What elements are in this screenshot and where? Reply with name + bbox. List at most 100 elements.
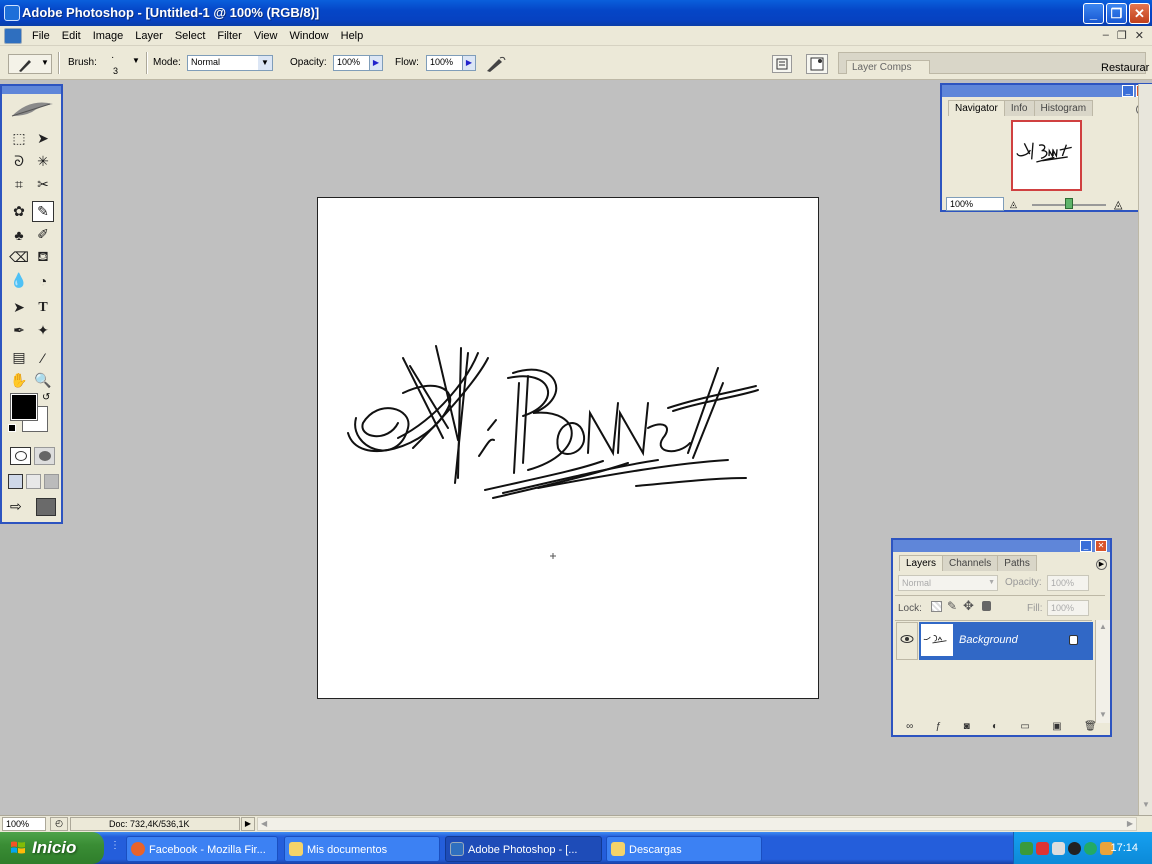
task-mis-documentos[interactable]: Mis documentos <box>284 836 440 862</box>
zoom-out-icon[interactable]: ◬ <box>1010 199 1017 210</box>
minimize-icon[interactable]: _ <box>1122 85 1134 97</box>
tab-layers[interactable]: Layers <box>899 555 944 571</box>
scroll-down-icon[interactable]: ▼ <box>1099 710 1107 719</box>
feather-logo-icon[interactable] <box>10 96 55 120</box>
standard-mode-button[interactable] <box>10 447 31 465</box>
menu-edit[interactable]: Edit <box>56 26 87 46</box>
opacity-field[interactable]: 100% <box>333 55 370 71</box>
volume-icon[interactable] <box>1052 842 1065 855</box>
palette-menu-icon[interactable]: ▶ <box>1096 559 1107 570</box>
slice-tool-icon[interactable]: ✂ <box>32 174 54 195</box>
tab-histogram[interactable]: Histogram <box>1033 100 1094 116</box>
airbrush-icon[interactable] <box>484 54 508 74</box>
jump-to-imageready-icon[interactable]: ⇨ <box>10 498 32 516</box>
type-tool-icon[interactable]: T <box>32 297 54 318</box>
marquee-tool-icon[interactable]: ⬚ <box>8 128 30 149</box>
minimize-button[interactable]: _ <box>1083 3 1104 24</box>
doc-minimize-button[interactable]: – <box>1103 29 1109 42</box>
blur-tool-icon[interactable]: 💧 <box>8 270 30 291</box>
minimize-icon[interactable]: _ <box>1080 540 1092 552</box>
menu-layer[interactable]: Layer <box>129 26 169 46</box>
layers-scrollbar[interactable]: ▲ ▼ <box>1095 620 1110 723</box>
delete-layer-icon[interactable]: 🗑 <box>1084 721 1097 735</box>
clone-stamp-tool-icon[interactable]: ♣ <box>8 224 30 245</box>
menu-select[interactable]: Select <box>169 26 212 46</box>
lock-transparency-icon[interactable] <box>931 601 942 612</box>
layer-row-background[interactable]: Background <box>919 622 1093 660</box>
eraser-tool-icon[interactable]: ⌫ <box>8 247 30 268</box>
full-screen-mode-button[interactable] <box>44 474 59 489</box>
menu-help[interactable]: Help <box>335 26 370 46</box>
status-options-icon[interactable]: ◴ <box>50 817 68 831</box>
lasso-tool-icon[interactable]: ᘐ <box>8 151 30 172</box>
status-menu-arrow-icon[interactable]: ▶ <box>241 817 255 831</box>
tab-channels[interactable]: Channels <box>942 555 999 571</box>
title-bar[interactable]: Adobe Photoshop - [Untitled-1 @ 100% (RG… <box>0 0 1152 26</box>
standard-screen-mode-button[interactable] <box>8 474 23 489</box>
network-icon[interactable] <box>1020 842 1033 855</box>
layer-fill-field[interactable]: 100% <box>1047 600 1089 616</box>
antivirus-icon[interactable] <box>1036 842 1049 855</box>
task-photoshop[interactable]: Adobe Photoshop - [... <box>445 836 602 862</box>
navigator-view-box[interactable] <box>1011 120 1082 191</box>
scroll-right-icon[interactable]: ▶ <box>1127 819 1133 828</box>
imageready-icon[interactable] <box>36 498 56 516</box>
blend-mode-select[interactable]: Normal ▼ <box>898 575 998 591</box>
navigator-title-bar[interactable] <box>942 85 1150 97</box>
restore-button[interactable]: ❐ <box>1106 3 1127 24</box>
full-screen-menu-mode-button[interactable] <box>26 474 41 489</box>
link-layers-icon[interactable]: ∞ <box>906 721 913 735</box>
layers-title-bar[interactable] <box>893 540 1110 552</box>
custom-shape-tool-icon[interactable]: ✦ <box>32 320 54 341</box>
hand-tool-icon[interactable]: ✋ <box>8 370 30 391</box>
mode-select[interactable]: Normal ▼ <box>187 55 273 71</box>
layer-opacity-field[interactable]: 100% <box>1047 575 1089 591</box>
photoshop-menu-icon[interactable] <box>4 28 22 44</box>
task-firefox[interactable]: Facebook - Mozilla Fir... <box>126 836 278 862</box>
dodge-tool-icon[interactable]: ◔ <box>32 270 54 291</box>
close-icon[interactable]: ✕ <box>1095 540 1107 552</box>
history-brush-tool-icon[interactable]: ✐ <box>32 224 54 245</box>
flow-slider-button[interactable]: ▶ <box>462 55 476 71</box>
update-icon[interactable] <box>1084 842 1097 855</box>
adjustment-layer-icon[interactable]: ◐ <box>992 721 998 735</box>
tool-preset-picker[interactable]: ▼ <box>8 54 52 74</box>
toolbox-title-bar[interactable] <box>2 86 61 94</box>
horizontal-scrollbar[interactable]: ◀ ▶ <box>257 817 1137 831</box>
lock-all-icon[interactable] <box>982 601 991 611</box>
doc-close-button[interactable]: ✕ <box>1135 29 1144 42</box>
new-layer-icon[interactable]: ▣ <box>1052 721 1061 735</box>
eyedropper-tool-icon[interactable]: ⁄ <box>32 347 54 368</box>
scroll-up-icon[interactable]: ▲ <box>1099 622 1107 631</box>
brush-tool-icon[interactable]: ✎ <box>32 201 54 222</box>
layer-mask-icon[interactable]: ◙ <box>964 721 970 735</box>
status-zoom-field[interactable]: 100% <box>2 817 46 831</box>
task-descargas[interactable]: Descargas <box>606 836 762 862</box>
menu-window[interactable]: Window <box>284 26 335 46</box>
move-tool-icon[interactable]: ➤ <box>32 128 54 149</box>
swap-colors-icon[interactable]: ↺ <box>42 392 50 403</box>
crop-tool-icon[interactable]: ⌗ <box>8 174 30 195</box>
layer-comps-tab[interactable]: Layer Comps <box>846 60 930 74</box>
palette-toggle-icon[interactable] <box>772 55 792 73</box>
default-colors-icon[interactable] <box>8 424 16 432</box>
lock-position-icon[interactable]: ✥ <box>963 598 974 614</box>
messenger-icon[interactable] <box>1068 842 1081 855</box>
document-canvas[interactable] <box>317 197 819 699</box>
menu-file[interactable]: File <box>26 26 56 46</box>
brush-picker[interactable]: · 3 ▼ <box>104 52 144 76</box>
menu-image[interactable]: Image <box>87 26 130 46</box>
pen-tool-icon[interactable]: ✒ <box>8 320 30 341</box>
scroll-left-icon[interactable]: ◀ <box>261 819 267 828</box>
layer-visibility-toggle[interactable] <box>896 622 918 660</box>
scroll-down-icon[interactable]: ▼ <box>1142 800 1150 809</box>
start-button[interactable]: Inicio <box>0 832 104 864</box>
restaurar-button[interactable]: Restaurar <box>1101 62 1149 74</box>
opacity-slider-button[interactable]: ▶ <box>369 55 383 71</box>
lock-pixels-icon[interactable]: ✎ <box>947 599 957 613</box>
path-selection-tool-icon[interactable]: ➤ <box>8 297 30 318</box>
navigator-zoom-field[interactable]: 100% <box>946 197 1004 211</box>
quick-mask-mode-button[interactable] <box>34 447 55 465</box>
notes-tool-icon[interactable]: ▤ <box>8 347 30 368</box>
close-button[interactable]: ✕ <box>1129 3 1150 24</box>
